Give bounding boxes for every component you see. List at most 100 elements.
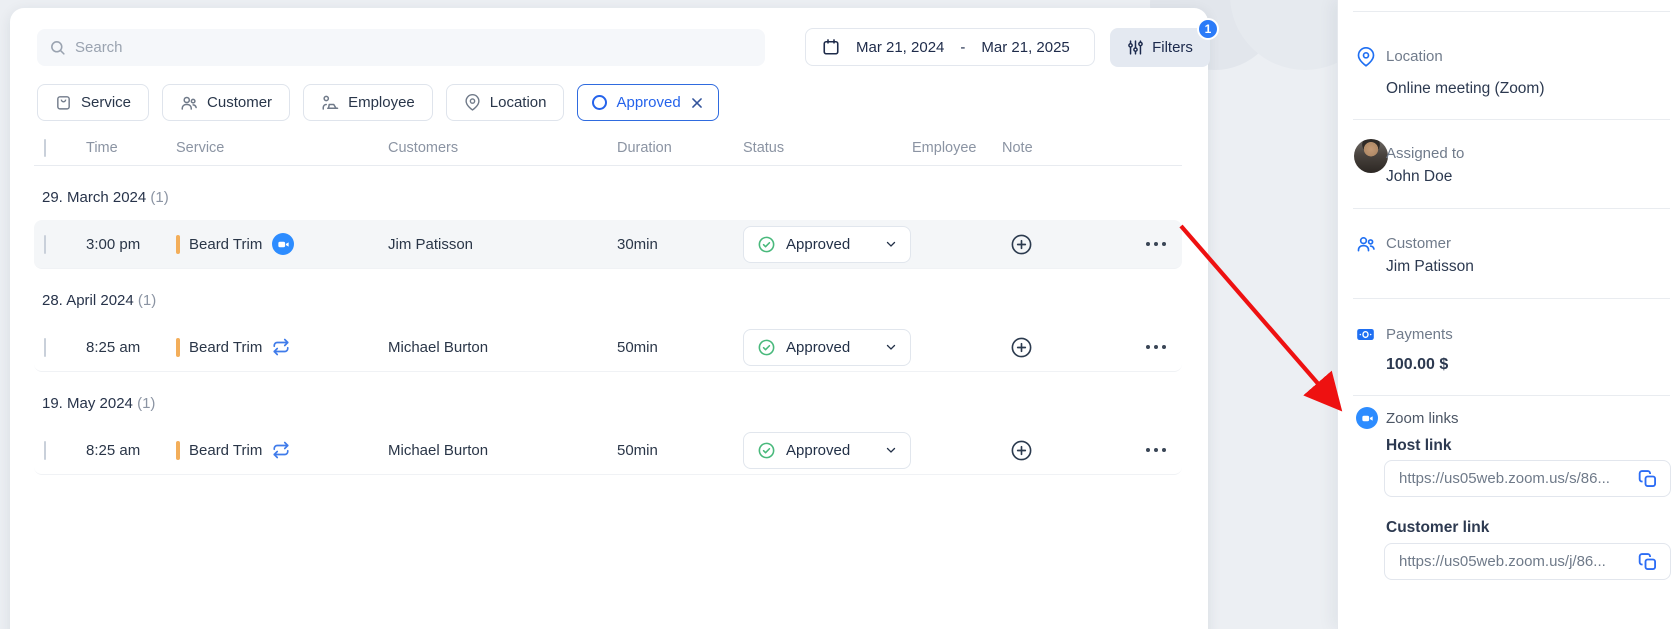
customer-link-field[interactable] (1384, 543, 1671, 580)
status-dropdown[interactable]: Approved (743, 329, 911, 366)
search-bar[interactable] (37, 29, 765, 66)
host-link-input[interactable] (1399, 470, 1636, 487)
cell-duration: 50min (617, 339, 743, 356)
service-bag-icon (55, 94, 72, 111)
filters-count-badge: 1 (1197, 18, 1219, 40)
location-value: Online meeting (Zoom) (1386, 80, 1545, 98)
date-group-header: 29. March 2024 (1) (42, 166, 1182, 220)
plus-circle-icon (1010, 233, 1033, 256)
approved-check-icon (757, 441, 776, 460)
search-input[interactable] (75, 39, 753, 56)
search-icon (49, 39, 66, 56)
filter-chip-customer[interactable]: Customer (162, 84, 290, 121)
filter-chip-employee[interactable]: Employee (303, 84, 433, 121)
filters-label: Filters (1152, 39, 1193, 56)
payments-value: 100.00 $ (1386, 356, 1448, 374)
copy-customer-link-button[interactable] (1636, 550, 1660, 574)
header-status: Status (743, 140, 912, 156)
assigned-label: Assigned to (1386, 145, 1464, 162)
filter-chip-label: Approved (616, 94, 680, 111)
appointment-details-panel: Location Online meeting (Zoom) Assigned … (1337, 0, 1678, 629)
group-count: (1) (137, 395, 155, 412)
appointments-list-card: Mar 21, 2024 - Mar 21, 2025 Filters 1 Se… (10, 8, 1208, 629)
add-note-button[interactable] (1010, 336, 1033, 359)
appointment-row[interactable]: 3:00 pm Beard Trim Jim Patisson 30min Ap… (34, 220, 1182, 269)
header-time: Time (86, 140, 176, 156)
status-label: Approved (786, 442, 875, 459)
filter-chip-service[interactable]: Service (37, 84, 149, 121)
divider (1353, 119, 1670, 120)
divider (1353, 298, 1670, 299)
add-note-button[interactable] (1010, 439, 1033, 462)
payments-money-icon (1356, 325, 1375, 344)
service-color-bar (176, 441, 180, 460)
service-color-bar (176, 338, 180, 357)
location-label: Location (1386, 48, 1443, 65)
row-actions-menu[interactable] (1144, 442, 1168, 458)
cell-customer: Michael Burton (388, 442, 617, 459)
cell-service: Beard Trim (189, 339, 262, 356)
group-date-label: 29. March 2024 (42, 189, 146, 206)
header-service: Service (176, 140, 388, 156)
group-count: (1) (138, 292, 156, 309)
row-actions-menu[interactable] (1144, 236, 1168, 252)
filters-button[interactable]: Filters 1 (1110, 28, 1210, 67)
location-pin-icon (1356, 47, 1376, 67)
date-range-picker[interactable]: Mar 21, 2024 - Mar 21, 2025 (805, 28, 1095, 66)
plus-circle-icon (1010, 336, 1033, 359)
add-note-button[interactable] (1010, 233, 1033, 256)
group-count: (1) (150, 189, 168, 206)
header-employee: Employee (912, 140, 1002, 156)
customer-link-input[interactable] (1399, 553, 1636, 570)
filter-chip-location[interactable]: Location (446, 84, 565, 121)
cell-service: Beard Trim (189, 236, 262, 253)
header-duration: Duration (617, 140, 743, 156)
status-dropdown[interactable]: Approved (743, 432, 911, 469)
divider (1353, 395, 1670, 396)
toolbar: Mar 21, 2024 - Mar 21, 2025 Filters 1 (37, 28, 1183, 67)
customer-people-icon (180, 94, 198, 112)
select-all-checkbox[interactable] (44, 139, 46, 157)
appointment-row[interactable]: 8:25 am Beard Trim Michael Burton 50min … (34, 323, 1182, 372)
cell-time: 3:00 pm (86, 236, 176, 253)
customer-value: Jim Patisson (1386, 258, 1474, 276)
cell-duration: 30min (617, 236, 743, 253)
header-note: Note (1002, 140, 1122, 156)
copy-host-link-button[interactable] (1636, 467, 1660, 491)
cell-time: 8:25 am (86, 442, 176, 459)
recurring-icon (272, 338, 290, 356)
chevron-down-icon (885, 444, 897, 456)
copy-icon (1638, 469, 1658, 489)
approved-check-icon (757, 235, 776, 254)
sliders-icon (1127, 39, 1144, 56)
filter-chip-label: Service (81, 94, 131, 111)
row-checkbox[interactable] (44, 338, 46, 357)
service-color-bar (176, 235, 180, 254)
row-checkbox[interactable] (44, 441, 46, 460)
cell-duration: 50min (617, 442, 743, 459)
employee-desk-icon (321, 94, 339, 112)
plus-circle-icon (1010, 439, 1033, 462)
group-date-label: 28. April 2024 (42, 292, 134, 309)
host-link-field[interactable] (1384, 460, 1671, 497)
row-checkbox[interactable] (44, 235, 46, 254)
status-dropdown[interactable]: Approved (743, 226, 911, 263)
row-actions-menu[interactable] (1144, 339, 1168, 355)
payments-label: Payments (1386, 326, 1453, 343)
assigned-employee-avatar (1354, 139, 1388, 173)
location-pin-icon (464, 94, 481, 111)
date-range-start: Mar 21, 2024 (856, 39, 944, 56)
status-label: Approved (786, 339, 875, 356)
recurring-icon (272, 441, 290, 459)
remove-filter-x-icon[interactable] (690, 96, 704, 110)
assigned-value: John Doe (1386, 168, 1452, 186)
zoom-links-label: Zoom links (1386, 410, 1459, 427)
appointment-row[interactable]: 8:25 am Beard Trim Michael Burton 50min … (34, 426, 1182, 475)
copy-icon (1638, 552, 1658, 572)
date-group-header: 28. April 2024 (1) (42, 269, 1182, 323)
filter-chip-approved-active[interactable]: Approved (577, 84, 718, 121)
customer-people-icon (1356, 234, 1376, 254)
date-group-header: 19. May 2024 (1) (42, 372, 1182, 426)
customer-label: Customer (1386, 235, 1451, 252)
cell-service: Beard Trim (189, 442, 262, 459)
